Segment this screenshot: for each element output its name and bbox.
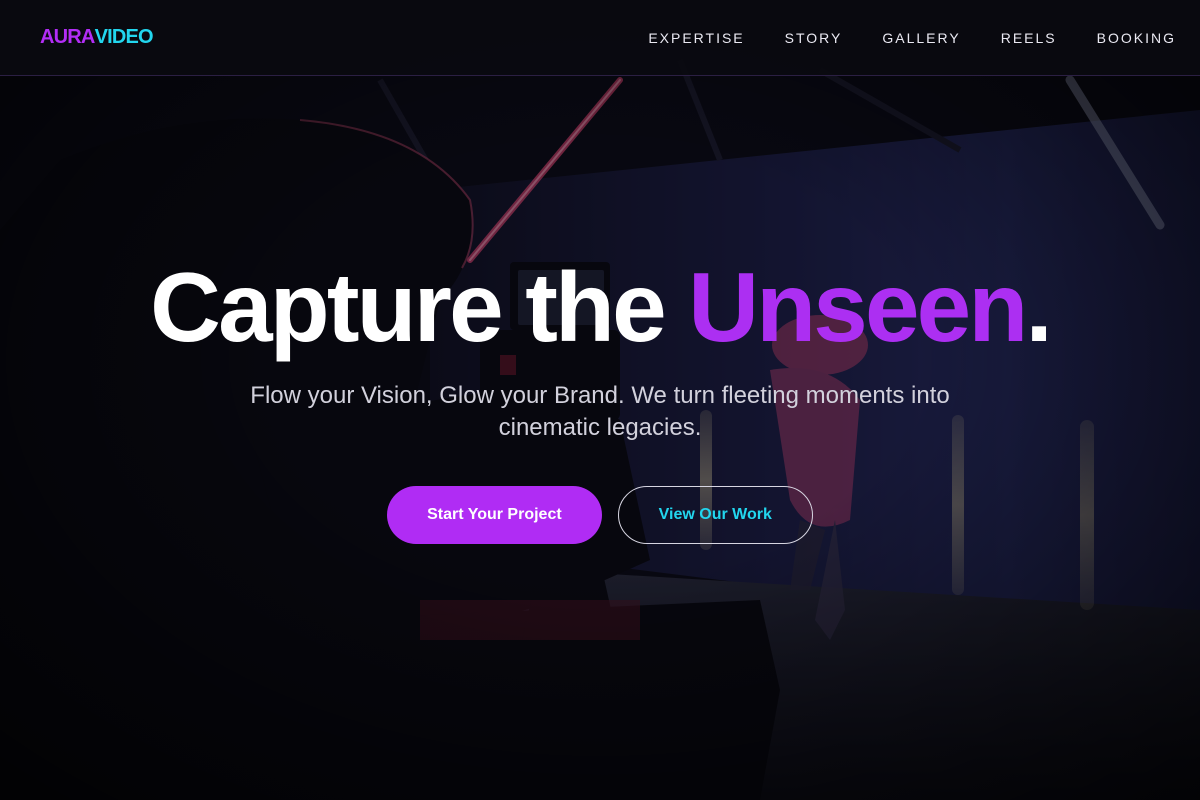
nav-link-booking[interactable]: BOOKING [1097,30,1176,46]
start-project-button[interactable]: Start Your Project [387,486,602,544]
headline-period: . [1025,252,1052,362]
hero-subtitle: Flow your Vision, Glow your Brand. We tu… [250,382,950,441]
headline-text: Capture the [150,252,689,362]
brand-logo[interactable]: AURA VIDEO [40,26,154,49]
main-nav: EXPERTISE STORY GALLERY REELS BOOKING [648,30,1176,46]
nav-link-gallery[interactable]: GALLERY [882,30,960,46]
landing-page: AURA VIDEO EXPERTISE STORY GALLERY REELS… [0,0,1200,800]
nav-link-story[interactable]: STORY [785,30,843,46]
nav-link-reels[interactable]: REELS [1001,30,1057,46]
hero-section: Capture the Unseen. Flow your Vision, Gl… [0,76,1200,800]
nav-link-expertise[interactable]: EXPERTISE [648,30,744,46]
site-header: AURA VIDEO EXPERTISE STORY GALLERY REELS… [0,0,1200,76]
logo-text-video: VIDEO [94,26,154,48]
headline-accent: Unseen [688,252,1028,362]
hero-headline: Capture the Unseen. [150,258,1053,356]
view-work-button[interactable]: View Our Work [617,486,813,544]
cta-row: Start Your Project View Our Work [387,486,813,544]
logo-text-aura: AURA [40,26,95,48]
